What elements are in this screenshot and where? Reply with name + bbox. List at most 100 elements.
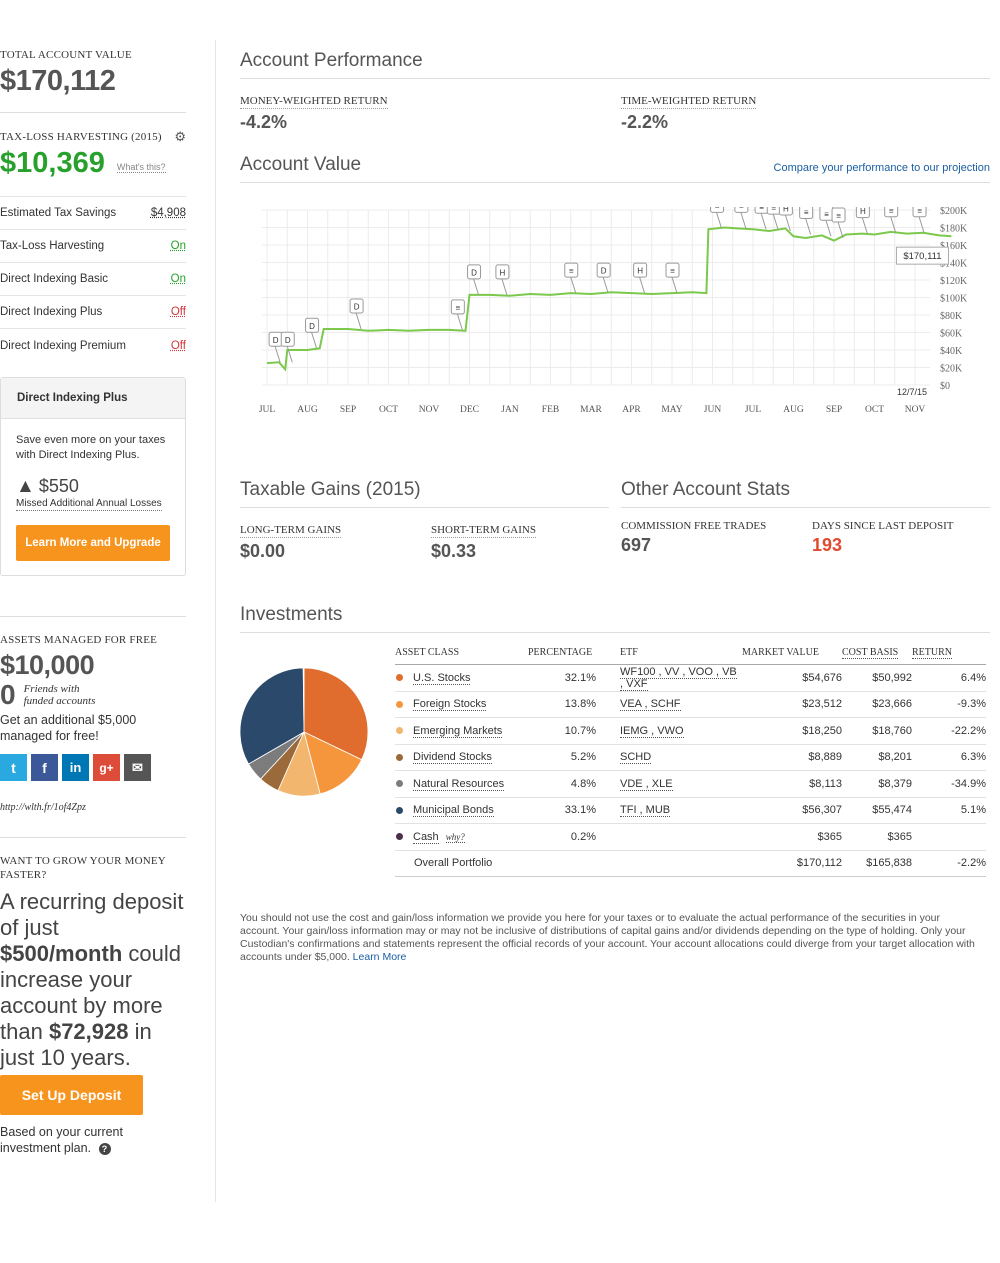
x-tick-label: AUG (297, 405, 318, 415)
why-link[interactable]: why? (445, 831, 465, 843)
facebook-icon[interactable]: f (31, 754, 58, 781)
compare-projection-link[interactable]: Compare your performance to our projecti… (774, 162, 990, 174)
etf-cell[interactable] (596, 823, 742, 851)
main-content: Account Performance MONEY-WEIGHTED RETUR… (240, 50, 990, 964)
learn-more-link[interactable]: Learn More (353, 951, 407, 963)
whats-this-link[interactable]: What's this? (116, 162, 166, 173)
etf-cell[interactable]: WF100 , VV , VOO , VB , VXF (596, 664, 742, 692)
twr-value: -2.2% (621, 112, 669, 132)
cost-basis-cell: $365 (842, 823, 912, 851)
event-marker[interactable]: D (596, 262, 611, 294)
table-header-row: ASSET CLASS PERCENTAGE ETF MARKET VALUE … (395, 647, 986, 665)
gear-icon[interactable]: ⚙ (174, 129, 186, 145)
etf-cell[interactable]: VEA , SCHF (596, 691, 742, 718)
x-tick-label: DEC (460, 405, 479, 415)
investments-header: Investments (240, 604, 990, 633)
cost-basis-cell: $50,992 (842, 664, 912, 692)
asset-class-link[interactable]: Foreign Stocks (413, 698, 487, 712)
tlh-label: TAX-LOSS HARVESTING (2015) (0, 131, 162, 143)
marker-label: ≡ (889, 207, 894, 215)
etf-links[interactable]: TFI , MUB (620, 804, 671, 818)
x-tick-label: JUL (745, 405, 762, 415)
settings-toggle-link[interactable]: On (171, 240, 186, 252)
percentage-cell: 33.1% (528, 797, 596, 824)
marker-label: H (783, 207, 789, 214)
etf-links[interactable]: SCHD (620, 751, 652, 765)
etf-cell[interactable]: VDE , XLE (596, 770, 742, 798)
etf-links[interactable]: VEA , SCHF (620, 698, 681, 712)
marker-label: D (601, 267, 607, 276)
return-header-link[interactable]: RETURN (912, 647, 952, 659)
mwr-label: MONEY-WEIGHTED RETURN (240, 95, 388, 109)
event-marker[interactable]: ≡ (754, 207, 769, 230)
y-tick-label: $120K (940, 276, 968, 287)
event-marker[interactable]: ≡ (799, 207, 814, 235)
asset-class-link[interactable]: Natural Resources (413, 777, 505, 791)
settings-toggle-link[interactable]: Off (171, 306, 186, 318)
assets-free-label: ASSETS MANAGED FOR FREE (0, 634, 158, 646)
settings-toggle-link[interactable]: Off (171, 340, 186, 352)
asset-color-dot (396, 674, 403, 682)
asset-class-link[interactable]: Emerging Markets (413, 724, 503, 738)
market-value-cell: $365 (742, 823, 842, 851)
y-tick-label: $40K (940, 346, 963, 357)
marker-stem (274, 346, 281, 363)
x-tick-label: SEP (826, 405, 842, 415)
tooltip-value: $170,111 (903, 251, 941, 262)
x-tick-label: SEP (340, 405, 356, 415)
event-marker[interactable]: ≡ (884, 207, 899, 233)
asset-class-link[interactable]: Cash (413, 830, 439, 844)
event-marker[interactable]: H (855, 207, 870, 234)
marker-label: ≡ (771, 207, 776, 213)
event-marker[interactable]: D (349, 298, 364, 330)
twitter-icon[interactable]: t (0, 754, 27, 781)
email-icon[interactable]: ✉ (124, 754, 151, 781)
marker-stem (760, 213, 767, 230)
sidebar: TOTAL ACCOUNT VALUE $170,112 TAX-LOSS HA… (0, 40, 186, 1156)
friends-count: 0 (0, 679, 16, 710)
taxable-gains-title: Taxable Gains (2015) (240, 479, 421, 500)
col-return: RETURN (912, 647, 986, 665)
set-up-deposit-button[interactable]: Set Up Deposit (0, 1075, 143, 1115)
x-tick-label: NOV (905, 405, 926, 415)
short-term-gains-value: $0.33 (431, 541, 477, 561)
return-cell: 6.4% (912, 664, 986, 692)
long-term-gains-label: LONG-TERM GAINS (240, 524, 342, 538)
help-icon[interactable]: ? (98, 1143, 111, 1155)
etf-cell[interactable]: SCHD (596, 744, 742, 771)
event-marker[interactable]: ≡ (819, 207, 834, 237)
asset-class-cell: Municipal Bonds (395, 797, 528, 824)
etf-cell[interactable]: TFI , MUB (596, 797, 742, 824)
chart-end-date: 12/7/15 (897, 387, 927, 397)
marker-label: H (500, 268, 506, 277)
google-plus-icon[interactable]: g+ (93, 754, 120, 781)
etf-links[interactable]: VDE , XLE (620, 777, 673, 791)
marker-label: ≡ (739, 207, 744, 211)
market-value-cell: $23,512 (742, 691, 842, 718)
asset-class-link[interactable]: U.S. Stocks (413, 671, 471, 685)
learn-more-upgrade-button[interactable]: Learn More and Upgrade (16, 525, 170, 561)
event-marker[interactable]: H (633, 262, 648, 294)
etf-cell[interactable]: IEMG , VWO (596, 717, 742, 745)
settings-toggle-link[interactable]: On (171, 273, 186, 285)
marker-label: D (309, 322, 315, 331)
etf-links[interactable]: WF100 , VV , VOO , VB , VXF (620, 665, 737, 691)
deposit-amount: $500/month (0, 941, 123, 966)
linkedin-icon[interactable]: in (62, 754, 89, 781)
event-marker[interactable]: D (268, 331, 283, 363)
asset-class-link[interactable]: Municipal Bonds (413, 804, 494, 818)
referral-link[interactable]: http://wlth.fr/1of4Zpz (0, 802, 186, 813)
table-row: Emerging Markets 10.7% IEMG , VWO $18,250 $1… (395, 717, 986, 745)
marker-stem (501, 278, 508, 296)
asset-color-dot (396, 806, 403, 814)
total-return: -2.2% (912, 849, 986, 877)
total-account-value: $170,112 (0, 65, 116, 97)
return-cell: 5.1% (912, 797, 986, 824)
etf-links[interactable]: IEMG , VWO (620, 724, 684, 738)
total-label: Overall Portfolio (395, 849, 528, 877)
settings-row-label: Estimated Tax Savings (0, 207, 117, 219)
col-percentage: PERCENTAGE (528, 647, 596, 665)
asset-class-link[interactable]: Dividend Stocks (413, 751, 492, 765)
event-marker[interactable]: ≡ (734, 207, 749, 229)
cost-basis-header-link[interactable]: COST BASIS (842, 647, 899, 659)
